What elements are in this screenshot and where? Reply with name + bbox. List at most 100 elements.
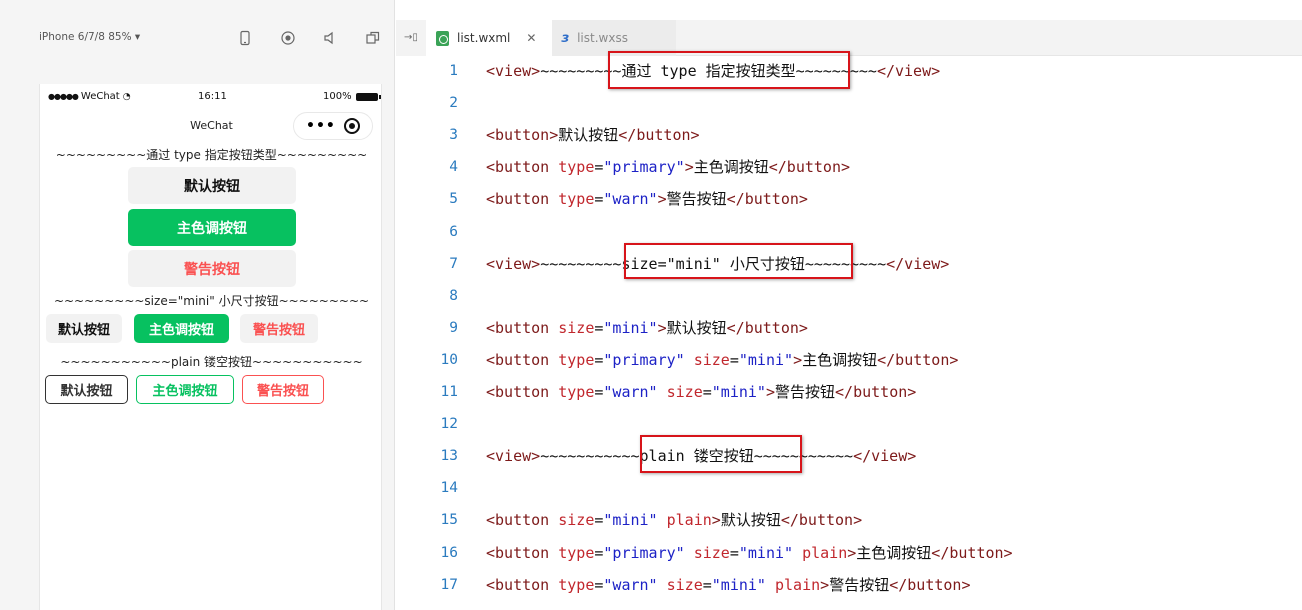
volume-icon[interactable] xyxy=(321,29,339,47)
code-token: </button> xyxy=(931,543,1013,562)
code-text: <button type="warn" size="mini" plain>警告… xyxy=(486,573,970,597)
code-token: type xyxy=(558,543,595,562)
mini-warn-button[interactable]: 警告按钮 xyxy=(240,314,318,343)
more-icon[interactable]: ••• xyxy=(306,119,336,133)
code-line[interactable]: 6 xyxy=(426,220,1302,244)
phone-icon[interactable] xyxy=(236,29,254,47)
code-token: <button xyxy=(486,575,559,594)
code-token: "warn" xyxy=(603,383,658,401)
code-token: <view> xyxy=(486,254,541,273)
line-number: 2 xyxy=(449,95,458,112)
code-token: = xyxy=(702,575,712,594)
code-token: <button xyxy=(486,383,559,401)
code-token: type xyxy=(558,350,595,369)
code-line[interactable]: 8 xyxy=(426,284,1302,308)
code-text: <button type="primary" size="mini" plain… xyxy=(486,541,1013,565)
status-time: 16:11 xyxy=(198,91,227,102)
line-number: 15 xyxy=(440,512,458,529)
code-token: size xyxy=(693,543,730,562)
code-text: <button size="mini" plain>默认按钮</button> xyxy=(486,508,862,532)
code-token: = xyxy=(729,350,739,369)
code-token: > xyxy=(657,190,667,209)
code-token: </button> xyxy=(768,158,851,177)
code-token: 默认按钮 xyxy=(666,318,727,337)
editor-tab-bar: list.wxml ✕ ɜ list.wxss xyxy=(426,20,1302,56)
plain-primary-button[interactable]: 主色调按钮 xyxy=(136,375,234,404)
warn-button[interactable]: 警告按钮 xyxy=(128,250,296,287)
plain-warn-button[interactable]: 警告按钮 xyxy=(242,375,324,404)
code-text: <button type="warn" size="mini">警告按钮</bu… xyxy=(486,380,916,404)
code-line[interactable]: 13 <view>~~~~~~~~~~~plain 镂空按钮~~~~~~~~~~~… xyxy=(426,444,1302,468)
simulator-pane: iPhone 6/7/8 85% ▾ ●●●●● WeChat ◔ 16:11 … xyxy=(0,0,395,610)
code-line[interactable]: 17 <button type="warn" size="mini" plain>… xyxy=(426,573,1302,597)
code-token: > xyxy=(765,383,775,401)
code-token: 主色调按钮 xyxy=(693,158,769,177)
code-token: </button> xyxy=(835,383,917,401)
code-token: </view> xyxy=(886,254,950,273)
code-token: <button xyxy=(486,190,559,209)
code-token: "primary" xyxy=(603,543,685,562)
close-icon[interactable]: ✕ xyxy=(526,31,536,45)
line-number: 13 xyxy=(440,448,458,465)
code-line[interactable]: 15 <button size="mini" plain>默认按钮</button… xyxy=(426,508,1302,532)
code-editor[interactable]: 1 <view>~~~~~~~~~通过 type 指定按钮类型~~~~~~~~~<… xyxy=(426,56,1302,610)
line-number: 11 xyxy=(440,384,458,400)
detach-window-icon[interactable] xyxy=(364,29,382,47)
code-token: > xyxy=(820,575,830,594)
code-token: "mini" xyxy=(738,543,794,562)
code-token: size xyxy=(558,318,595,337)
code-line[interactable]: 2 xyxy=(426,91,1302,115)
mini-default-button[interactable]: 默认按钮 xyxy=(46,314,122,343)
mini-primary-button[interactable]: 主色调按钮 xyxy=(134,314,229,343)
code-token: <button xyxy=(486,158,559,177)
code-token: <view> xyxy=(486,62,541,80)
tab-list-wxml[interactable]: list.wxml ✕ xyxy=(426,20,552,56)
code-line[interactable]: 4 <button type="primary">主色调按钮</button> xyxy=(426,155,1302,179)
type-section-text: ~~~~~~~~~通过 type 指定按钮类型~~~~~~~~~ xyxy=(55,148,368,162)
code-token: 主色调按钮 xyxy=(802,350,878,369)
collapse-panel-icon[interactable]: →▯ xyxy=(404,32,418,43)
plain-section-text: ~~~~~~~~~~~plain 镂空按钮~~~~~~~~~~~ xyxy=(60,355,363,369)
line-number: 3 xyxy=(449,127,458,144)
code-token: </view> xyxy=(853,447,917,466)
default-button[interactable]: 默认按钮 xyxy=(128,167,296,204)
primary-button[interactable]: 主色调按钮 xyxy=(128,209,296,246)
code-line[interactable]: 11 <button type="warn" size="mini">警告按钮</… xyxy=(426,380,1302,404)
code-line[interactable]: 3 <button>默认按钮</button> xyxy=(426,123,1302,147)
code-token: </button> xyxy=(780,511,863,530)
code-token: <view> xyxy=(486,447,541,466)
code-line[interactable]: 12 xyxy=(426,412,1302,436)
line-number: 5 xyxy=(449,191,458,208)
code-token: size xyxy=(666,383,703,401)
code-token: <button xyxy=(486,318,559,337)
code-line[interactable]: 9 <button size="mini">默认按钮</button> xyxy=(426,316,1302,340)
line-number: 4 xyxy=(449,159,458,176)
code-token: plain xyxy=(802,543,848,562)
code-line[interactable]: 7 <view>~~~~~~~~~size="mini" 小尺寸按钮~~~~~~~… xyxy=(426,252,1302,276)
code-text: <button type="warn">警告按钮</button> xyxy=(486,187,808,211)
code-token: "primary" xyxy=(603,158,685,177)
close-miniprogram-icon[interactable] xyxy=(343,118,360,134)
plain-default-button[interactable]: 默认按钮 xyxy=(45,375,128,404)
code-token: <button xyxy=(486,350,559,369)
code-token: "mini" xyxy=(603,511,658,530)
code-token: "warn" xyxy=(603,190,658,209)
code-line[interactable]: 14 xyxy=(426,476,1302,500)
code-text: <button type="primary" size="mini">主色调按钮… xyxy=(486,348,958,372)
record-icon[interactable] xyxy=(279,29,297,47)
code-text: <button>默认按钮</button> xyxy=(486,123,700,147)
line-number: 7 xyxy=(449,255,458,272)
code-line[interactable]: 10 <button type="primary" size="mini">主色调… xyxy=(426,348,1302,372)
code-token: type xyxy=(558,575,595,594)
code-line[interactable]: 16 <button type="primary" size="mini" pla… xyxy=(426,541,1302,565)
device-select[interactable]: iPhone 6/7/8 85% ▾ xyxy=(39,31,140,43)
code-line[interactable]: 5 <button type="warn">警告按钮</button> xyxy=(426,187,1302,211)
highlight-box-plain xyxy=(640,435,802,473)
line-number: 16 xyxy=(440,544,458,561)
code-line[interactable]: 1 <view>~~~~~~~~~通过 type 指定按钮类型~~~~~~~~~<… xyxy=(426,59,1302,83)
